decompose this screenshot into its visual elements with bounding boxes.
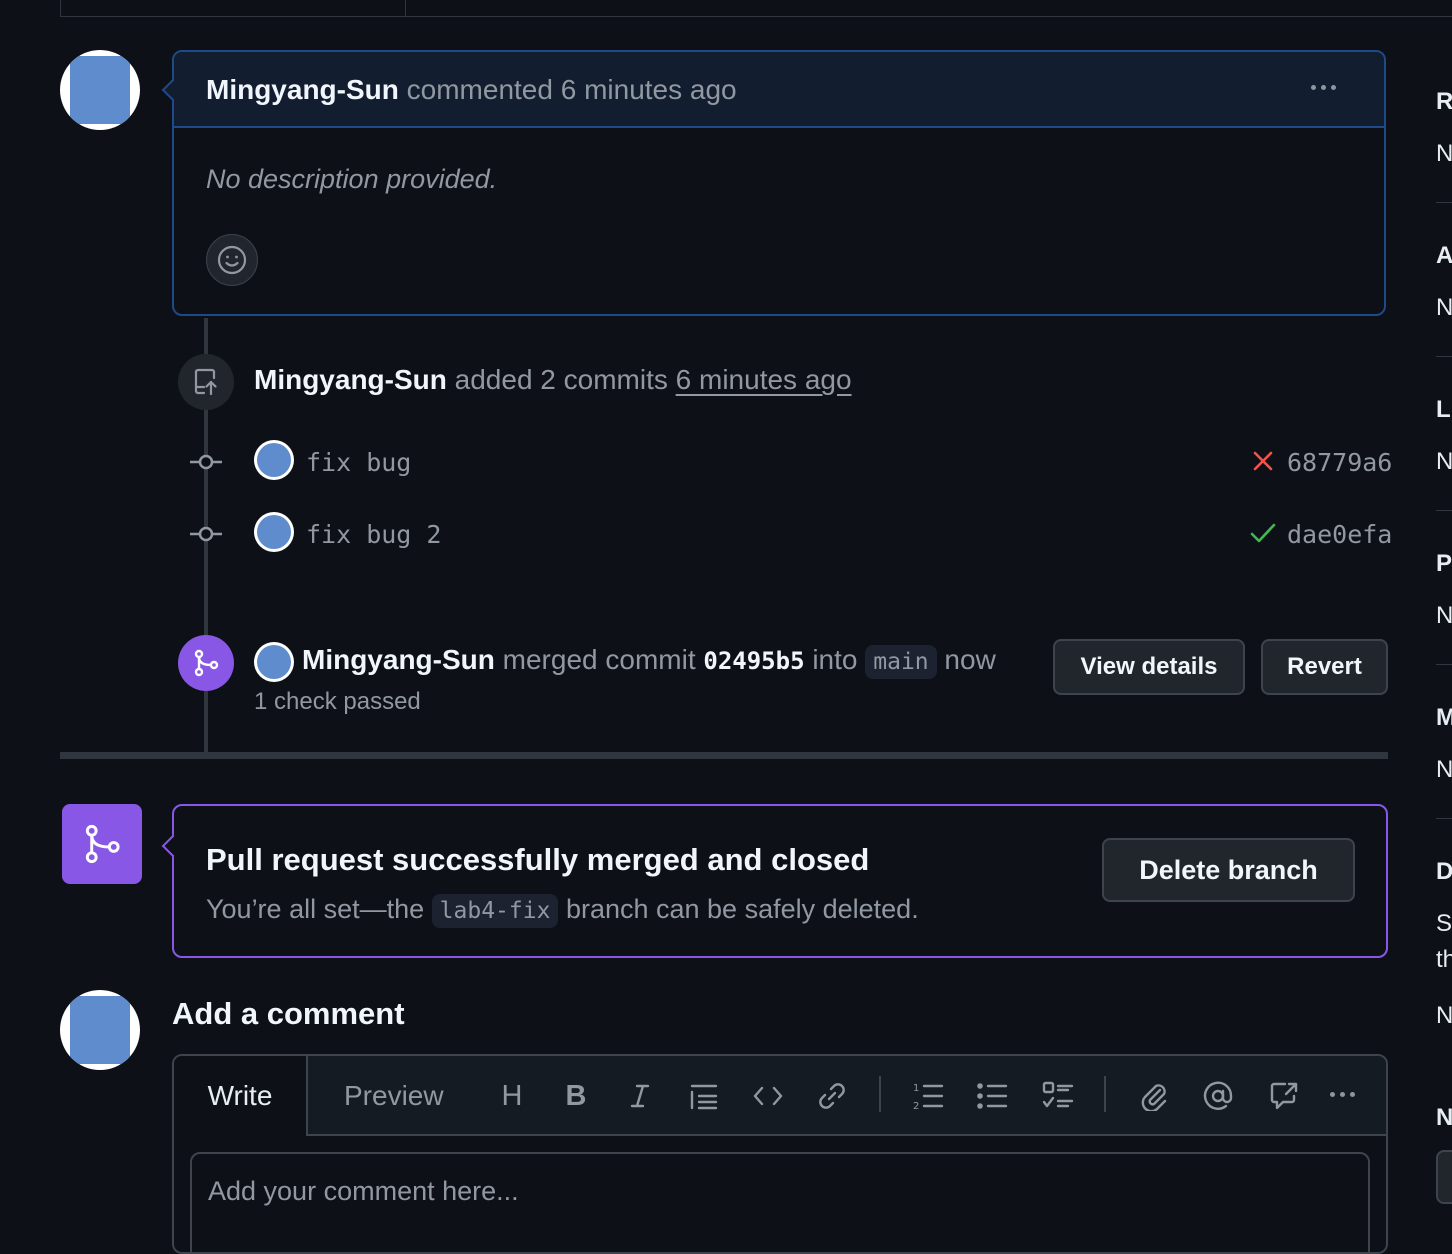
link-icon[interactable] xyxy=(814,1078,850,1114)
sidebar-value: N xyxy=(1436,602,1452,629)
comment-author[interactable]: Mingyang-Sun xyxy=(206,74,399,105)
commit-node-icon xyxy=(190,526,222,542)
commit-sha[interactable]: 68779a6 xyxy=(1287,448,1392,477)
merged-status-icon xyxy=(62,804,142,884)
task-list-icon[interactable] xyxy=(1040,1078,1076,1114)
commits-time[interactable]: 6 minutes ago xyxy=(676,364,852,395)
mention-icon[interactable] xyxy=(1200,1078,1236,1114)
bold-icon[interactable]: B xyxy=(558,1078,594,1114)
base-branch[interactable]: main xyxy=(865,645,937,679)
heading-icon[interactable]: H xyxy=(494,1078,530,1114)
sidebar-button[interactable] xyxy=(1436,1150,1452,1204)
commit-message[interactable]: fix bug xyxy=(306,448,411,477)
sidebar-heading-labels[interactable]: L xyxy=(1436,396,1451,424)
ordered-list-icon[interactable]: 12 xyxy=(910,1078,946,1114)
comment-time[interactable]: 6 minutes ago xyxy=(561,74,737,105)
tab-border-line xyxy=(404,16,1452,17)
push-badge xyxy=(178,354,234,410)
x-icon[interactable] xyxy=(1252,450,1274,472)
sidebar-heading-assignees[interactable]: A xyxy=(1436,242,1452,270)
svg-text:2: 2 xyxy=(913,1101,919,1111)
svg-text:1: 1 xyxy=(913,1083,919,1094)
tab-border xyxy=(60,0,406,17)
merged-desc-suffix: branch can be safely deleted. xyxy=(565,894,919,924)
sidebar-value: N xyxy=(1436,756,1452,783)
repo-push-icon xyxy=(194,368,217,396)
quote-icon[interactable] xyxy=(686,1078,722,1114)
merged-badge xyxy=(178,635,234,691)
comment-placeholder: Add your comment here... xyxy=(208,1176,519,1206)
commit-node-icon xyxy=(190,454,222,470)
avatar[interactable] xyxy=(254,512,294,552)
sidebar-value: N xyxy=(1436,294,1452,321)
sidebar-heading-milestone[interactable]: M xyxy=(1436,704,1452,732)
comment-box: Mingyang-Sun commented 6 minutes ago No … xyxy=(161,50,1386,316)
unordered-list-icon[interactable] xyxy=(974,1078,1010,1114)
comment-action: commented xyxy=(406,74,553,105)
checks-status[interactable]: 1 check passed xyxy=(254,688,421,716)
revert-button[interactable]: Revert xyxy=(1261,639,1388,695)
comment-textarea[interactable]: Add your comment here... xyxy=(190,1152,1370,1252)
commits-author[interactable]: Mingyang-Sun xyxy=(254,364,447,395)
code-icon[interactable] xyxy=(750,1078,786,1114)
sidebar-heading-notifications[interactable]: N xyxy=(1436,1104,1452,1132)
git-merge-icon xyxy=(85,824,120,864)
merged-status-box: Pull request successfully merged and clo… xyxy=(161,804,1388,958)
commit-message[interactable]: fix bug 2 xyxy=(306,520,441,549)
sidebar-value: N xyxy=(1436,1002,1452,1029)
tab-write[interactable]: Write xyxy=(174,1056,308,1136)
kebab-menu-icon[interactable] xyxy=(1311,85,1336,90)
timeline-divider xyxy=(60,752,1388,759)
editor-toolbar: Write Preview H B 12 xyxy=(174,1056,1386,1136)
add-reaction-button[interactable] xyxy=(206,234,258,286)
sidebar-heading-projects[interactable]: P xyxy=(1436,550,1452,578)
more-options-icon[interactable] xyxy=(1330,1092,1355,1097)
avatar[interactable] xyxy=(254,642,294,682)
sidebar-heading-reviewers[interactable]: R xyxy=(1436,88,1452,116)
sidebar-value: N xyxy=(1436,448,1452,475)
merge-commit-sha[interactable]: 02495b5 xyxy=(703,647,804,675)
cross-reference-icon[interactable] xyxy=(1266,1078,1302,1114)
comment-header: Mingyang-Sun commented 6 minutes ago xyxy=(174,52,1384,128)
head-branch[interactable]: lab4-fix xyxy=(431,894,559,928)
commit-sha[interactable]: dae0efa xyxy=(1287,520,1392,549)
avatar[interactable] xyxy=(254,440,294,480)
git-merge-icon xyxy=(194,649,219,677)
merge-into: into xyxy=(812,644,858,675)
merge-time[interactable]: now xyxy=(944,644,995,675)
merge-author[interactable]: Mingyang-Sun xyxy=(302,644,495,675)
sidebar-value: N xyxy=(1436,140,1452,167)
delete-branch-button[interactable]: Delete branch xyxy=(1102,838,1355,902)
merged-desc-prefix: You’re all set—the xyxy=(206,894,425,924)
view-details-button[interactable]: View details xyxy=(1053,639,1245,695)
comment-editor: Write Preview H B 12 Add your comment he… xyxy=(172,1054,1388,1254)
avatar[interactable] xyxy=(60,50,140,130)
avatar[interactable] xyxy=(60,990,140,1070)
sidebar-text: S xyxy=(1436,910,1452,937)
smiley-icon xyxy=(217,245,247,275)
merged-title: Pull request successfully merged and clo… xyxy=(206,842,870,877)
attach-icon[interactable] xyxy=(1136,1078,1172,1114)
check-icon[interactable] xyxy=(1250,522,1276,544)
sidebar-text: th xyxy=(1436,946,1452,973)
tab-preview[interactable]: Preview xyxy=(344,1080,444,1112)
merge-action: merged commit xyxy=(502,644,696,675)
comment-body: No description provided. xyxy=(206,164,498,194)
commits-action: added 2 commits xyxy=(454,364,668,395)
sidebar-heading-development[interactable]: D xyxy=(1436,858,1452,886)
add-comment-title: Add a comment xyxy=(172,996,405,1031)
italic-icon[interactable] xyxy=(622,1078,658,1114)
